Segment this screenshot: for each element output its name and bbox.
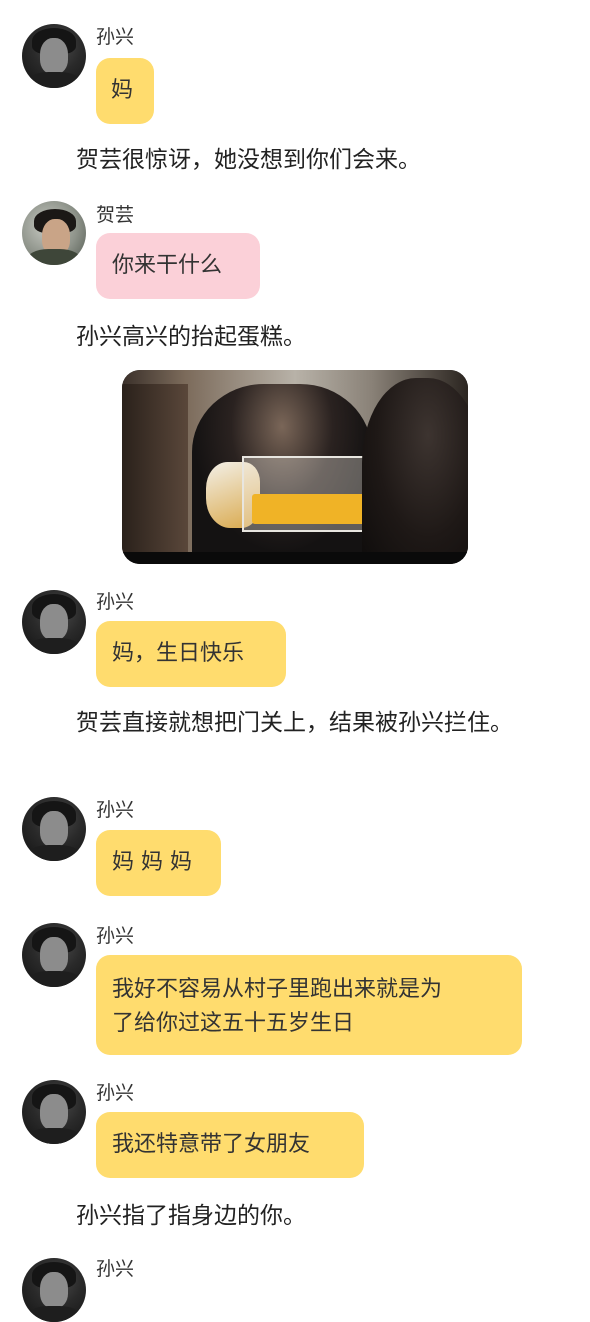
scene-photo[interactable]	[122, 370, 468, 564]
speaker-name: 孙兴	[96, 1082, 135, 1104]
speaker-name: 孙兴	[96, 591, 135, 613]
chat-bubble: 我好不容易从村子里跑出来就是为 了给你过这五十五岁生日	[96, 955, 522, 1055]
chat-bubble: 妈	[96, 58, 154, 124]
narration-text: 贺芸直接就想把门关上，结果被孙兴拦住。	[76, 710, 513, 736]
speaker-name: 孙兴	[96, 26, 135, 48]
narration-text: 贺芸很惊讶，她没想到你们会来。	[76, 147, 421, 173]
chat-bubble: 妈 妈 妈	[96, 830, 221, 896]
chat-bubble-line: 了给你过这五十五岁生日	[112, 1011, 355, 1036]
avatar[interactable]	[22, 797, 86, 861]
chat-bubble: 妈，生日快乐	[96, 621, 286, 687]
avatar[interactable]	[22, 201, 86, 265]
speaker-name: 孙兴	[96, 799, 135, 821]
speaker-name: 贺芸	[96, 204, 135, 226]
narration-text: 孙兴高兴的抬起蛋糕。	[76, 324, 306, 350]
chat-bubble-line: 我好不容易从村子里跑出来就是为	[112, 977, 443, 1002]
narration-text: 孙兴指了指身边的你。	[76, 1203, 306, 1229]
avatar[interactable]	[22, 1080, 86, 1144]
chat-bubble: 我还特意带了女朋友	[96, 1112, 364, 1178]
chat-bubble: 你来干什么	[96, 233, 260, 299]
speaker-name: 孙兴	[96, 925, 135, 947]
avatar[interactable]	[22, 590, 86, 654]
speaker-name: 孙兴	[96, 1258, 135, 1280]
avatar[interactable]	[22, 1258, 86, 1322]
avatar[interactable]	[22, 923, 86, 987]
avatar[interactable]	[22, 24, 86, 88]
